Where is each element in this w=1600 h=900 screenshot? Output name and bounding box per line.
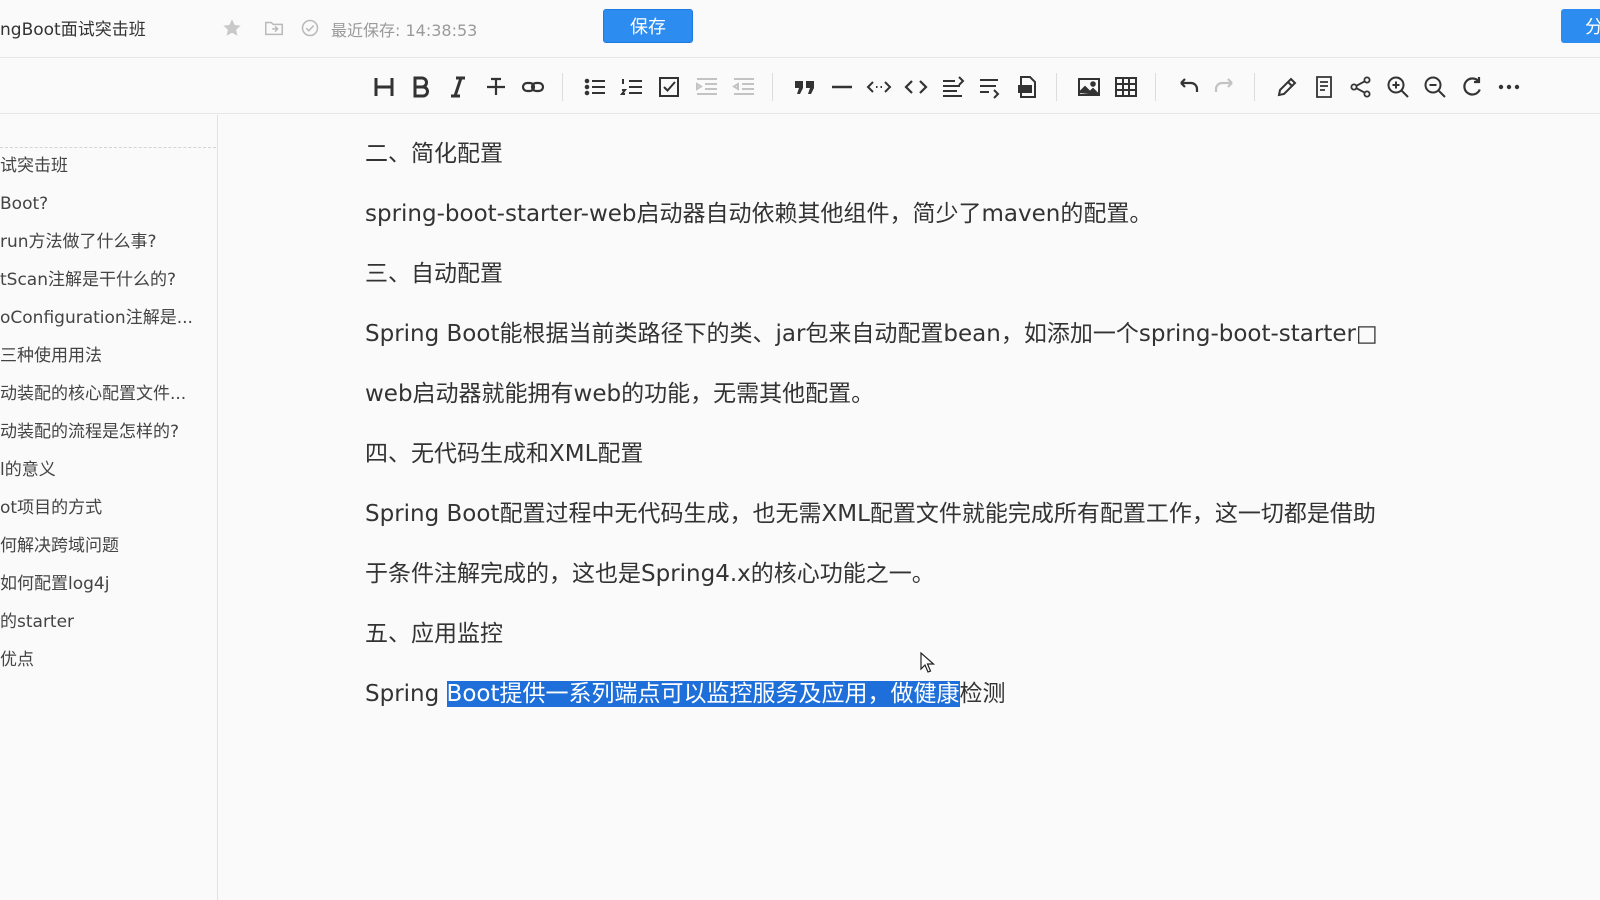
outline-item[interactable]: 的starter: [0, 607, 74, 637]
image-icon[interactable]: [1074, 72, 1104, 102]
toolbar-divider: [1155, 73, 1156, 101]
heading-icon[interactable]: [369, 72, 399, 102]
text-wrap-icon[interactable]: [975, 72, 1005, 102]
paragraph-text: spring-boot-starter-web启动器自动依赖其他组件，简少了ma…: [365, 201, 1153, 227]
outline-item[interactable]: 优点: [0, 645, 34, 675]
outline-item[interactable]: 如何配置log4j: [0, 569, 109, 599]
toolbar-divider: [1254, 73, 1255, 101]
move-folder-icon[interactable]: [262, 16, 286, 40]
refresh-icon[interactable]: [1457, 72, 1487, 102]
export-icon[interactable]: [1012, 72, 1042, 102]
text-selection[interactable]: Boot提供一系列端点可以监控服务及应用，做健康: [446, 681, 960, 707]
ordered-list-icon[interactable]: [617, 72, 647, 102]
paragraph-text: Spring Boot配置过程中无代码生成，也无需XML配置文件就能完成所有配置…: [365, 501, 1376, 527]
bullet-list-icon[interactable]: [580, 72, 610, 102]
edit-icon[interactable]: [1272, 72, 1302, 102]
editor-content[interactable]: 二、简化配置 spring-boot-starter-web启动器自动依赖其他组…: [219, 115, 1600, 900]
quote-icon[interactable]: [790, 72, 820, 102]
outline-item[interactable]: tScan注解是干什么的?: [0, 265, 176, 295]
outline-item[interactable]: 何解决跨域问题: [0, 531, 119, 561]
sidebar-divider: [0, 147, 216, 148]
save-button[interactable]: 保存: [603, 9, 693, 43]
outline-item[interactable]: ot项目的方式: [0, 493, 102, 523]
toolbar-divider: [1056, 73, 1057, 101]
redo-icon[interactable]: [1210, 72, 1240, 102]
outline-sidebar: 试突击班 Boot? run方法做了什么事? tScan注解是干什么的? oCo…: [0, 115, 218, 900]
section-heading: 五、应用监控: [365, 621, 503, 647]
star-icon[interactable]: [220, 16, 244, 40]
outline-item[interactable]: oConfiguration注解是...: [0, 303, 193, 333]
strikethrough-icon[interactable]: [481, 72, 511, 102]
text-before-selection: Spring: [365, 681, 447, 707]
checklist-icon[interactable]: [654, 72, 684, 102]
italic-icon[interactable]: [443, 72, 473, 102]
header-bar: ngBoot面试突击班 最近保存: 14:38:53 保存 分: [0, 0, 1600, 58]
section-heading: 四、无代码生成和XML配置: [365, 441, 644, 467]
outdent-icon[interactable]: [729, 72, 759, 102]
saved-check-icon: [298, 16, 322, 40]
mouse-pointer-icon: [920, 652, 936, 673]
indent-icon[interactable]: [692, 72, 722, 102]
outline-item[interactable]: l的意义: [0, 455, 56, 485]
share-button[interactable]: 分: [1561, 9, 1600, 43]
inline-code-icon[interactable]: [864, 72, 894, 102]
text-after-selection: 检测: [959, 681, 1006, 707]
section-heading: 二、简化配置: [365, 141, 503, 167]
paragraph-text: 于条件注解完成的，这也是Spring4.x的核心功能之一。: [365, 561, 935, 587]
bold-icon[interactable]: [406, 72, 436, 102]
paragraph-text: web启动器就能拥有web的功能，无需其他配置。: [365, 381, 875, 407]
toolbar-divider: [772, 73, 773, 101]
outline-item[interactable]: 三种使用用法: [0, 341, 102, 371]
zoom-out-icon[interactable]: [1420, 72, 1450, 102]
save-status: 最近保存: 14:38:53: [331, 21, 478, 40]
zoom-in-icon[interactable]: [1383, 72, 1413, 102]
undo-icon[interactable]: [1173, 72, 1203, 102]
outline-item[interactable]: run方法做了什么事?: [0, 227, 157, 257]
outline-item[interactable]: 动装配的核心配置文件...: [0, 379, 186, 409]
text-align-icon[interactable]: [938, 72, 968, 102]
section-heading: 三、自动配置: [365, 261, 503, 287]
outline-item[interactable]: 动装配的流程是怎样的?: [0, 417, 179, 447]
paragraph-text: Spring Boot能根据当前类路径下的类、jar包来自动配置bean，如添加…: [365, 321, 1378, 347]
table-icon[interactable]: [1111, 72, 1141, 102]
link-icon[interactable]: [518, 72, 548, 102]
outline-item[interactable]: 试突击班: [0, 151, 68, 181]
editor-toolbar: [0, 58, 1600, 114]
paragraph-selected-line: Spring Boot提供一系列端点可以监控服务及应用，做健康检测: [365, 677, 1006, 711]
outline-item[interactable]: Boot?: [0, 189, 48, 219]
preview-icon[interactable]: [1309, 72, 1339, 102]
code-block-icon[interactable]: [901, 72, 931, 102]
more-icon[interactable]: [1494, 72, 1524, 102]
horizontal-rule-icon[interactable]: [827, 72, 857, 102]
toolbar-divider: [562, 73, 563, 101]
share-icon[interactable]: [1346, 72, 1376, 102]
document-title[interactable]: ngBoot面试突击班: [0, 15, 146, 40]
